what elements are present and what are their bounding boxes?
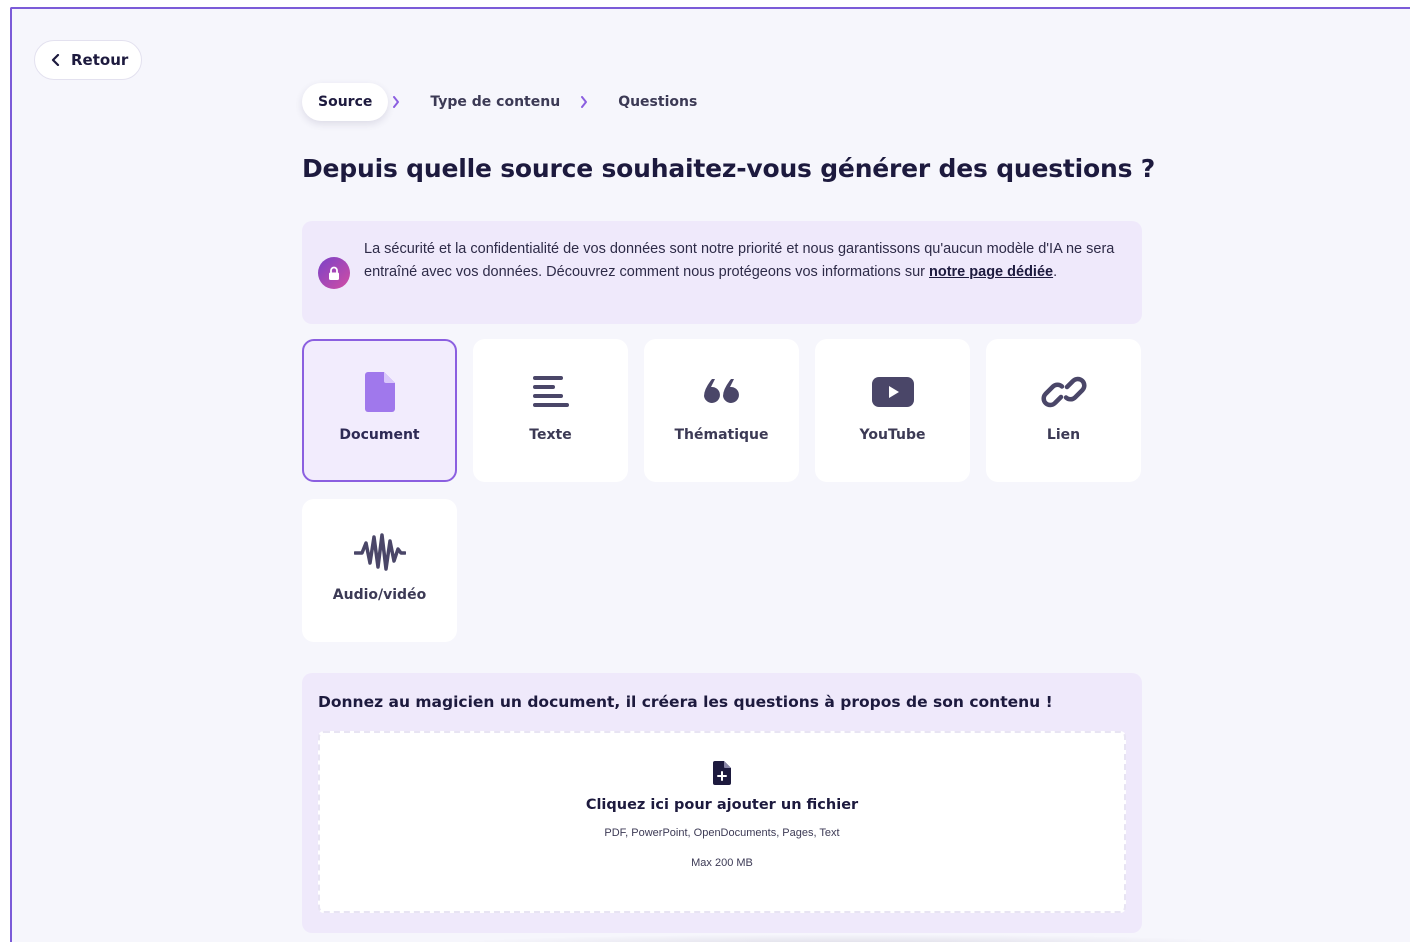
file-plus-icon [713, 761, 731, 789]
file-dropzone[interactable]: Cliquez ici pour ajouter un fichier PDF,… [318, 731, 1126, 913]
notice-suffix: . [1053, 264, 1058, 280]
lock-icon [318, 257, 350, 289]
step-questions[interactable]: Questions [602, 83, 713, 121]
chevron-left-icon [51, 54, 60, 66]
page-title: Depuis quelle source souhaitez-vous géné… [302, 154, 1156, 183]
source-label: Lien [1046, 427, 1081, 443]
privacy-notice: La sécurité et la confidentialité de vos… [302, 221, 1142, 324]
text-lines-icon [532, 371, 569, 413]
source-label: Audio/vidéo [332, 587, 427, 603]
app-frame: Retour Source Type de contenu Questions … [10, 7, 1410, 942]
step-source[interactable]: Source [302, 83, 389, 121]
back-label: Retour [71, 51, 129, 69]
stepper: Source Type de contenu Questions [302, 82, 713, 122]
source-label: Document [339, 427, 420, 443]
source-card-document[interactable]: Document [302, 339, 457, 482]
source-label: Thématique [674, 427, 769, 443]
upload-formats: PDF, PowerPoint, OpenDocuments, Pages, T… [604, 827, 840, 839]
step-content-type[interactable]: Type de contenu [414, 83, 576, 121]
youtube-icon [871, 371, 914, 413]
notice-text: La sécurité et la confidentialité de vos… [364, 238, 1124, 284]
quote-icon [703, 371, 740, 413]
waveform-icon [353, 531, 406, 573]
source-label: YouTube [859, 427, 926, 443]
source-label: Texte [529, 427, 572, 443]
upload-panel: Donnez au magicien un document, il créer… [302, 673, 1142, 933]
chevron-right-icon [581, 96, 588, 108]
source-card-thematic[interactable]: Thématique [644, 339, 799, 482]
chevron-right-icon [393, 96, 400, 108]
source-card-text[interactable]: Texte [473, 339, 628, 482]
source-card-youtube[interactable]: YouTube [815, 339, 970, 482]
link-icon [1041, 371, 1087, 413]
privacy-page-link[interactable]: notre page dédiée [929, 264, 1053, 280]
source-card-link[interactable]: Lien [986, 339, 1141, 482]
source-card-audio-video[interactable]: Audio/vidéo [302, 499, 457, 642]
floating-bar-shadow [442, 934, 1262, 942]
upload-cta: Cliquez ici pour ajouter un fichier [585, 797, 859, 813]
upload-max-size: Max 200 MB [691, 857, 753, 869]
back-button[interactable]: Retour [34, 40, 142, 80]
upload-heading: Donnez au magicien un document, il créer… [318, 693, 1053, 711]
document-icon [364, 371, 395, 413]
